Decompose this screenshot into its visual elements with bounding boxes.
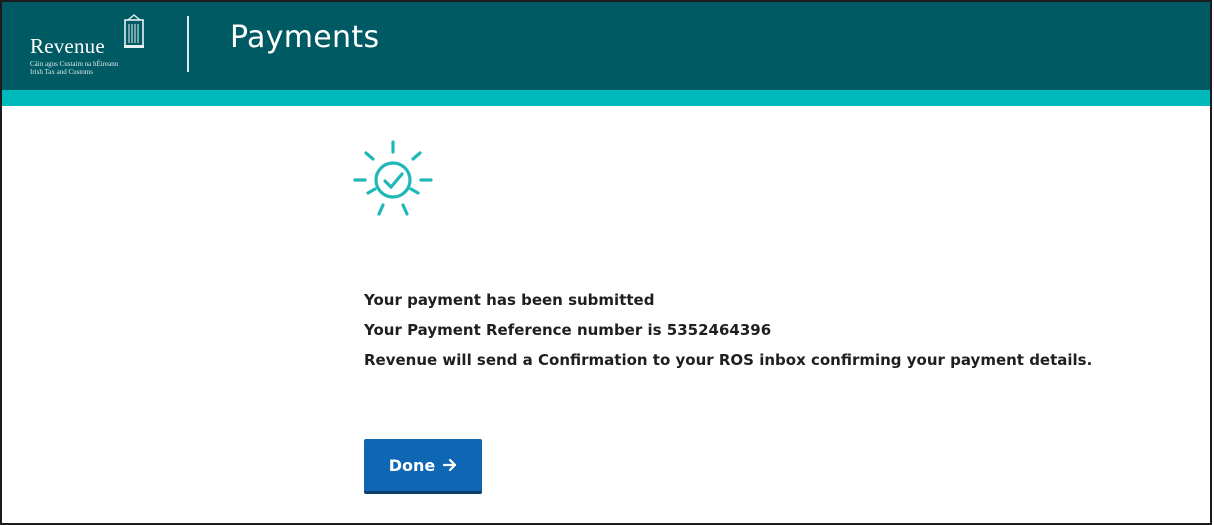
- page-frame: Revenue Cáin agus Custaim na hÉireann Ir…: [0, 0, 1212, 525]
- confirmation-message: Your payment has been submitted Your Pay…: [364, 285, 1092, 375]
- logo-wordmark: Revenue: [30, 34, 105, 58]
- done-button[interactable]: Done: [364, 439, 482, 494]
- message-submitted: Your payment has been submitted: [364, 291, 655, 309]
- message-confirmation: Revenue will send a Confirmation to your…: [364, 351, 1093, 369]
- accent-bar: [2, 90, 1210, 106]
- message-reference: Your Payment Reference number is 5352464…: [364, 321, 772, 339]
- header-divider: [187, 16, 189, 72]
- done-button-label: Done: [388, 455, 436, 475]
- page-title: Payments: [230, 20, 380, 55]
- arrow-right-icon: [443, 458, 457, 472]
- revenue-logo[interactable]: Revenue Cáin agus Custaim na hÉireann Ir…: [24, 14, 164, 76]
- header-bar: Revenue Cáin agus Custaim na hÉireann Ir…: [2, 2, 1210, 90]
- logo-subtitle: Cáin agus Custaim na hÉireann Irish Tax …: [30, 60, 119, 76]
- success-sun-check-icon: [353, 140, 433, 216]
- harp-icon: [124, 14, 144, 48]
